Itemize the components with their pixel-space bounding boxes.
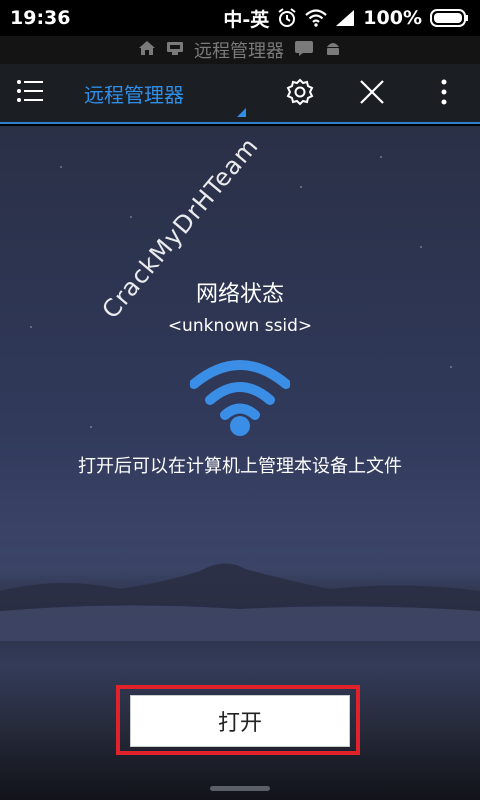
background-star (380, 156, 382, 158)
description-text: 打开后可以在计算机上管理本设备上文件 (78, 456, 402, 477)
close-icon (358, 78, 386, 110)
ime-indicator: 中-英 (223, 8, 270, 31)
open-button-label: 打开 (217, 711, 262, 736)
alarm-icon (277, 8, 297, 28)
more-button[interactable] (414, 64, 474, 124)
nav-strip-title: 远程管理器 (194, 41, 284, 62)
bottom-drag-handle[interactable] (210, 786, 270, 791)
background-star (450, 366, 452, 368)
background-star (420, 246, 422, 248)
app-title-dropdown[interactable]: 远程管理器 (84, 79, 244, 108)
battery-percent: 100% (363, 7, 422, 29)
remote-icon (166, 40, 184, 61)
status-right-group: 中-英 100% (223, 5, 470, 32)
more-icon (440, 78, 448, 110)
wifi-icon (305, 9, 328, 27)
background-mountain (0, 563, 480, 641)
dropdown-indicator-icon (237, 108, 246, 117)
home-icon[interactable] (138, 40, 156, 61)
background-star (130, 216, 132, 218)
message-icon[interactable] (294, 40, 314, 61)
network-status-title: 网络状态 (195, 282, 284, 307)
wifi-large-icon (189, 354, 291, 444)
settings-icon (286, 78, 314, 110)
app-bar: 远程管理器 (0, 64, 480, 124)
menu-button[interactable] (0, 63, 60, 123)
status-bar: 19:36 中-英 100% (0, 0, 480, 36)
background-star (60, 166, 62, 168)
background-star (300, 186, 302, 188)
status-time: 19:36 (10, 7, 71, 29)
android-icon[interactable] (324, 39, 342, 62)
background-star (90, 426, 92, 428)
main-content: 网络状态 <unknown ssid> 打开后可以在计算机上管理本设备上文件 C… (0, 126, 480, 800)
open-button[interactable]: 打开 (130, 695, 350, 747)
app-title: 远程管理器 (84, 82, 184, 107)
close-button[interactable] (342, 64, 402, 124)
signal-icon (335, 9, 355, 27)
ssid-label: <unknown ssid> (167, 316, 313, 336)
nav-strip: 远程管理器 (0, 36, 480, 64)
menu-icon (16, 79, 44, 107)
battery-icon (430, 8, 470, 28)
settings-button[interactable] (270, 64, 330, 124)
